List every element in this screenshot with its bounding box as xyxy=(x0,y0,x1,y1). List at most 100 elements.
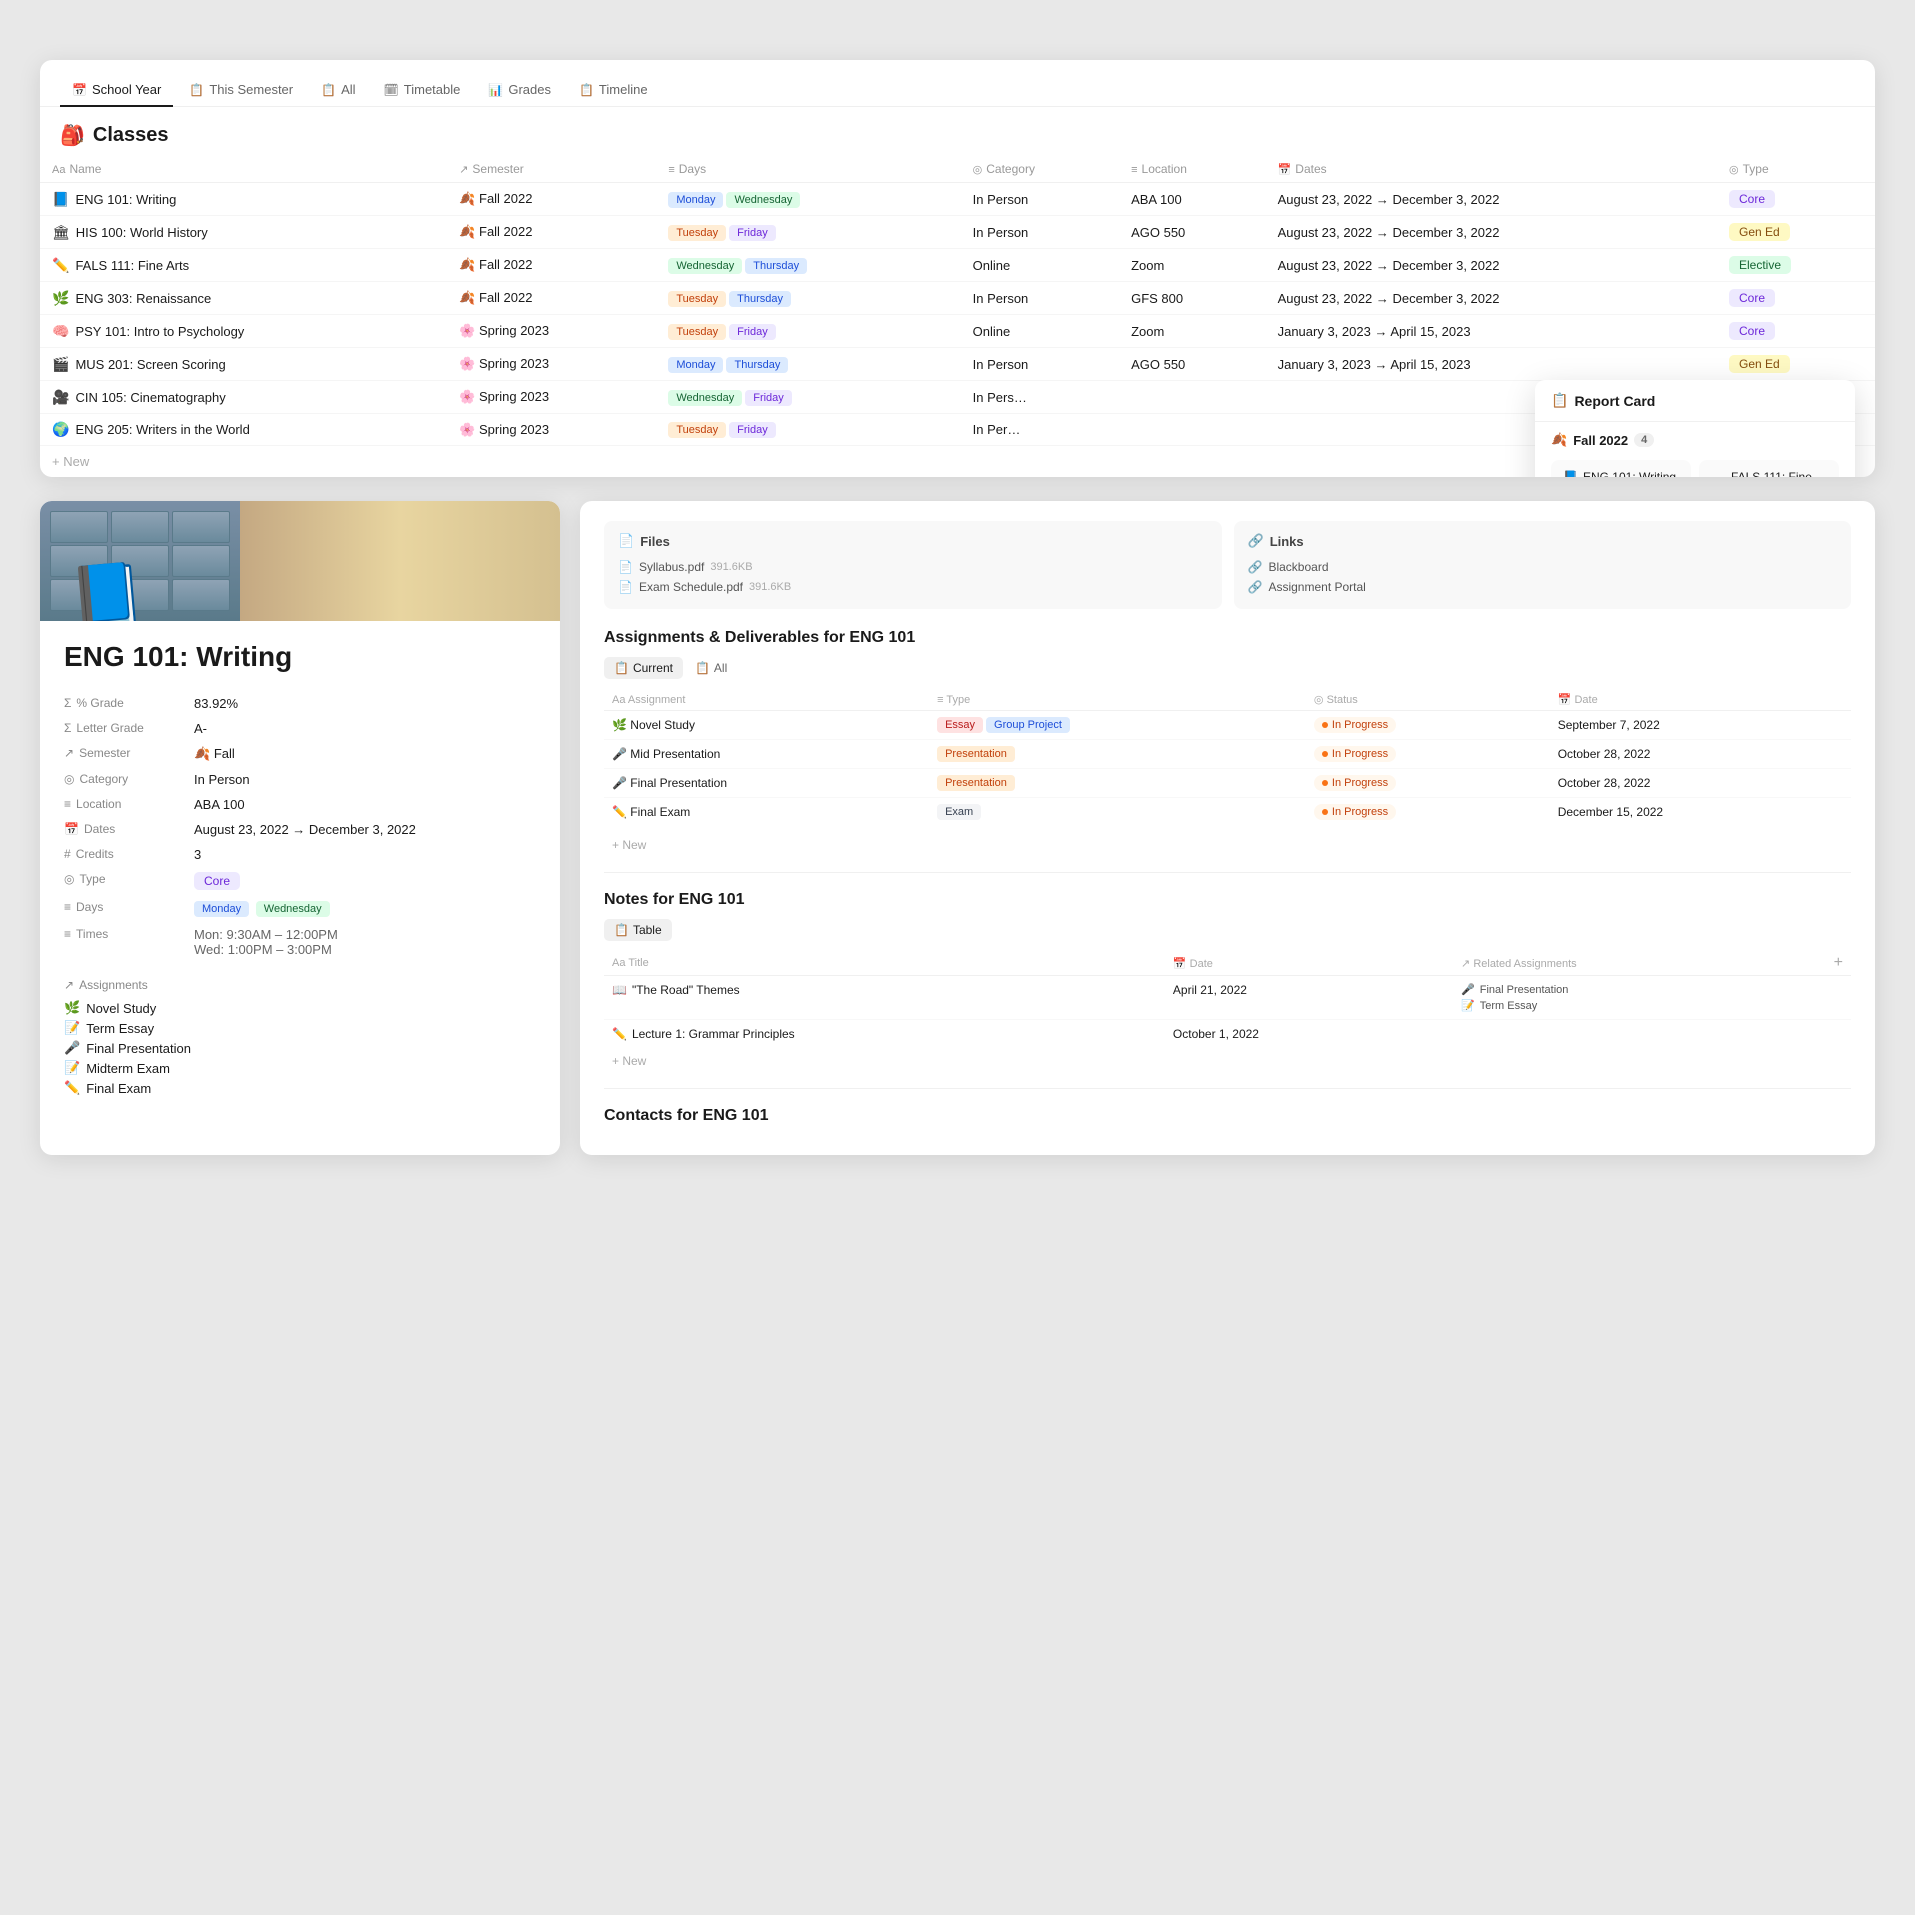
notes-tabs: 📋 Table xyxy=(604,919,1851,941)
file-item[interactable]: 📄Exam Schedule.pdf391.6KB xyxy=(618,577,1208,597)
classes-panel: 📅 School Year 📋 This Semester 📋 All 🗓 Ti… xyxy=(40,60,1875,477)
rc-semester: 🍂 Fall 2022 4 xyxy=(1535,422,1855,454)
tab-school-year[interactable]: 📅 School Year xyxy=(60,74,173,107)
file-icon: 📄 xyxy=(618,580,633,594)
hero-bg: 📘 xyxy=(40,501,560,621)
day-tag: Tuesday xyxy=(668,291,726,307)
detail-category: ◎ Category In Person xyxy=(64,767,536,792)
note-related-cell xyxy=(1453,1020,1851,1049)
tab-this-semester[interactable]: 📋 This Semester xyxy=(177,74,305,107)
table-row[interactable]: 🎬MUS 201: Screen Scoring🌸 Spring 2023Mon… xyxy=(40,348,1875,381)
day-tag: Friday xyxy=(729,225,776,241)
category-cell: In Pers… xyxy=(961,381,1119,414)
table-row[interactable]: 🏛HIS 100: World History🍂 Fall 2022Tuesda… xyxy=(40,216,1875,249)
type-core-badge: Core xyxy=(194,872,240,890)
links-list: 🔗Blackboard🔗Assignment Portal xyxy=(1248,557,1838,597)
add-assignment-btn[interactable]: + New xyxy=(604,832,1851,858)
bottom-section: 📘 ENG 101: Writing Σ % Grade 83.92% Σ Le… xyxy=(40,501,1875,1155)
tab-grades[interactable]: 📊 Grades xyxy=(476,74,563,107)
class-name-cell: 🎥CIN 105: Cinematography xyxy=(52,389,435,406)
dates-cell: January 3, 2023 → April 15, 2023 xyxy=(1266,315,1717,348)
file-item[interactable]: 📄Syllabus.pdf391.6KB xyxy=(618,557,1208,577)
tab-current[interactable]: 📋 Current xyxy=(604,657,683,679)
assignment-icon: ✏️ xyxy=(64,1080,80,1096)
table-row[interactable]: 📘ENG 101: Writing🍂 Fall 2022MondayWednes… xyxy=(40,183,1875,216)
link-item[interactable]: 🔗Assignment Portal xyxy=(1248,577,1838,597)
note-row[interactable]: 📖 "The Road" Themes April 21, 2022 🎤Fina… xyxy=(604,976,1851,1020)
assignment-row[interactable]: 🎤 Final Presentation Presentation In Pro… xyxy=(604,769,1851,798)
assignment-icon: 📝 xyxy=(64,1060,80,1076)
day-tag: Wednesday xyxy=(668,390,742,406)
assign-name-cell: 🎤 Mid Presentation xyxy=(604,740,929,769)
note-date-cell: October 1, 2022 xyxy=(1165,1020,1453,1049)
rc-card-icon: 📘 xyxy=(1563,470,1578,477)
class-name-cell: 📘ENG 101: Writing xyxy=(52,191,435,208)
col-header-semester: ↗Semester xyxy=(447,156,656,183)
tab-timetable[interactable]: 🗓 Timetable xyxy=(372,74,473,107)
class-detail-body: ENG 101: Writing Σ % Grade 83.92% Σ Lett… xyxy=(40,621,560,1118)
class-icon: ✏️ xyxy=(52,257,69,274)
col-header-days: ≡Days xyxy=(656,156,960,183)
add-note-btn[interactable]: + New xyxy=(604,1048,1851,1074)
link-icon: 🔗 xyxy=(1248,560,1263,574)
day-tag: Thursday xyxy=(745,258,807,274)
note-row[interactable]: ✏️ Lecture 1: Grammar Principles October… xyxy=(604,1020,1851,1049)
tab-all[interactable]: 📋 All xyxy=(309,74,367,107)
day-tag: Wednesday xyxy=(668,258,742,274)
rc-card-title: ✏️ FALS 111: Fine Arts xyxy=(1711,470,1827,477)
assign-type-cell: Presentation xyxy=(929,740,1306,769)
dates-cell: January 3, 2023 → April 15, 2023 xyxy=(1266,348,1717,381)
type-tag: Essay xyxy=(937,717,983,733)
notes-tab-table[interactable]: 📋 Table xyxy=(604,919,672,941)
rc-semester-icon: 🍂 xyxy=(1551,432,1567,448)
notes-tbody: 📖 "The Road" Themes April 21, 2022 🎤Fina… xyxy=(604,976,1851,1049)
type-tag: Presentation xyxy=(937,746,1015,762)
location-cell: AGO 550 xyxy=(1119,348,1266,381)
status-badge: In Progress xyxy=(1314,746,1396,762)
classes-header: 🎒 Classes xyxy=(40,107,1875,156)
note-icon: ✏️ xyxy=(612,1027,627,1041)
divider-1 xyxy=(604,872,1851,873)
tab-all[interactable]: 📋 All xyxy=(685,657,737,679)
note-title-cell: 📖 "The Road" Themes xyxy=(604,976,1165,1020)
table-row[interactable]: 🧠PSY 101: Intro to Psychology🌸 Spring 20… xyxy=(40,315,1875,348)
table-row[interactable]: ✏️FALS 111: Fine Arts🍂 Fall 2022Wednesda… xyxy=(40,249,1875,282)
notes-title: Notes for ENG 101 xyxy=(604,891,1851,909)
note-icon: 📖 xyxy=(612,983,627,997)
category-cell: Online xyxy=(961,315,1119,348)
timeline-icon: 📋 xyxy=(579,83,594,97)
report-card-popup: 📋 Report Card 🍂 Fall 2022 4 📘 ENG 101: W… xyxy=(1535,380,1855,477)
th-status: ◎ Status xyxy=(1306,689,1550,711)
assignment-row[interactable]: ✏️ Final Exam Exam In Progress December … xyxy=(604,798,1851,827)
location-cell xyxy=(1119,381,1266,414)
detail-type: ◎ Type Core xyxy=(64,867,536,895)
status-dot xyxy=(1322,809,1328,815)
tab-timeline[interactable]: 📋 Timeline xyxy=(567,74,660,107)
divider-2 xyxy=(604,1088,1851,1089)
category-cell: Online xyxy=(961,249,1119,282)
add-column-btn[interactable]: + xyxy=(1834,955,1843,971)
assignment-row[interactable]: 🌿 Novel Study EssayGroup Project In Prog… xyxy=(604,711,1851,740)
status-dot xyxy=(1322,722,1328,728)
assignments-label: ↗ Assignments xyxy=(64,978,536,992)
link-item[interactable]: 🔗Blackboard xyxy=(1248,557,1838,577)
assignments-list: 🌿Novel Study📝Term Essay🎤Final Presentati… xyxy=(64,998,536,1098)
assignment-icon: 📝 xyxy=(64,1020,80,1036)
location-cell: ABA 100 xyxy=(1119,183,1266,216)
col-header-location: ≡Location xyxy=(1119,156,1266,183)
table-row[interactable]: 🌿ENG 303: Renaissance🍂 Fall 2022TuesdayT… xyxy=(40,282,1875,315)
rc-card-title: 📘 ENG 101: Writing xyxy=(1563,470,1679,477)
rc-grid: 📘 ENG 101: Writing A 88.4% ✏️ FALS 111: … xyxy=(1535,454,1855,477)
class-icon: 📘 xyxy=(52,191,69,208)
status-badge: In Progress xyxy=(1314,717,1396,733)
day-tag: Monday xyxy=(668,192,723,208)
assign-type-cell: Presentation xyxy=(929,769,1306,798)
assignments-deliverables-table: Aa Assignment ≡ Type ◎ Status 📅 Date 🌿 N… xyxy=(604,689,1851,826)
day-tag: Friday xyxy=(729,324,776,340)
type-badge: Core xyxy=(1729,322,1775,340)
contacts-section: Contacts for ENG 101 xyxy=(604,1107,1851,1125)
links-icon: 🔗 xyxy=(1248,533,1264,549)
all-icon: 📋 xyxy=(321,83,336,97)
detail-pct-grade: Σ % Grade 83.92% xyxy=(64,691,536,716)
assignment-row[interactable]: 🎤 Mid Presentation Presentation In Progr… xyxy=(604,740,1851,769)
